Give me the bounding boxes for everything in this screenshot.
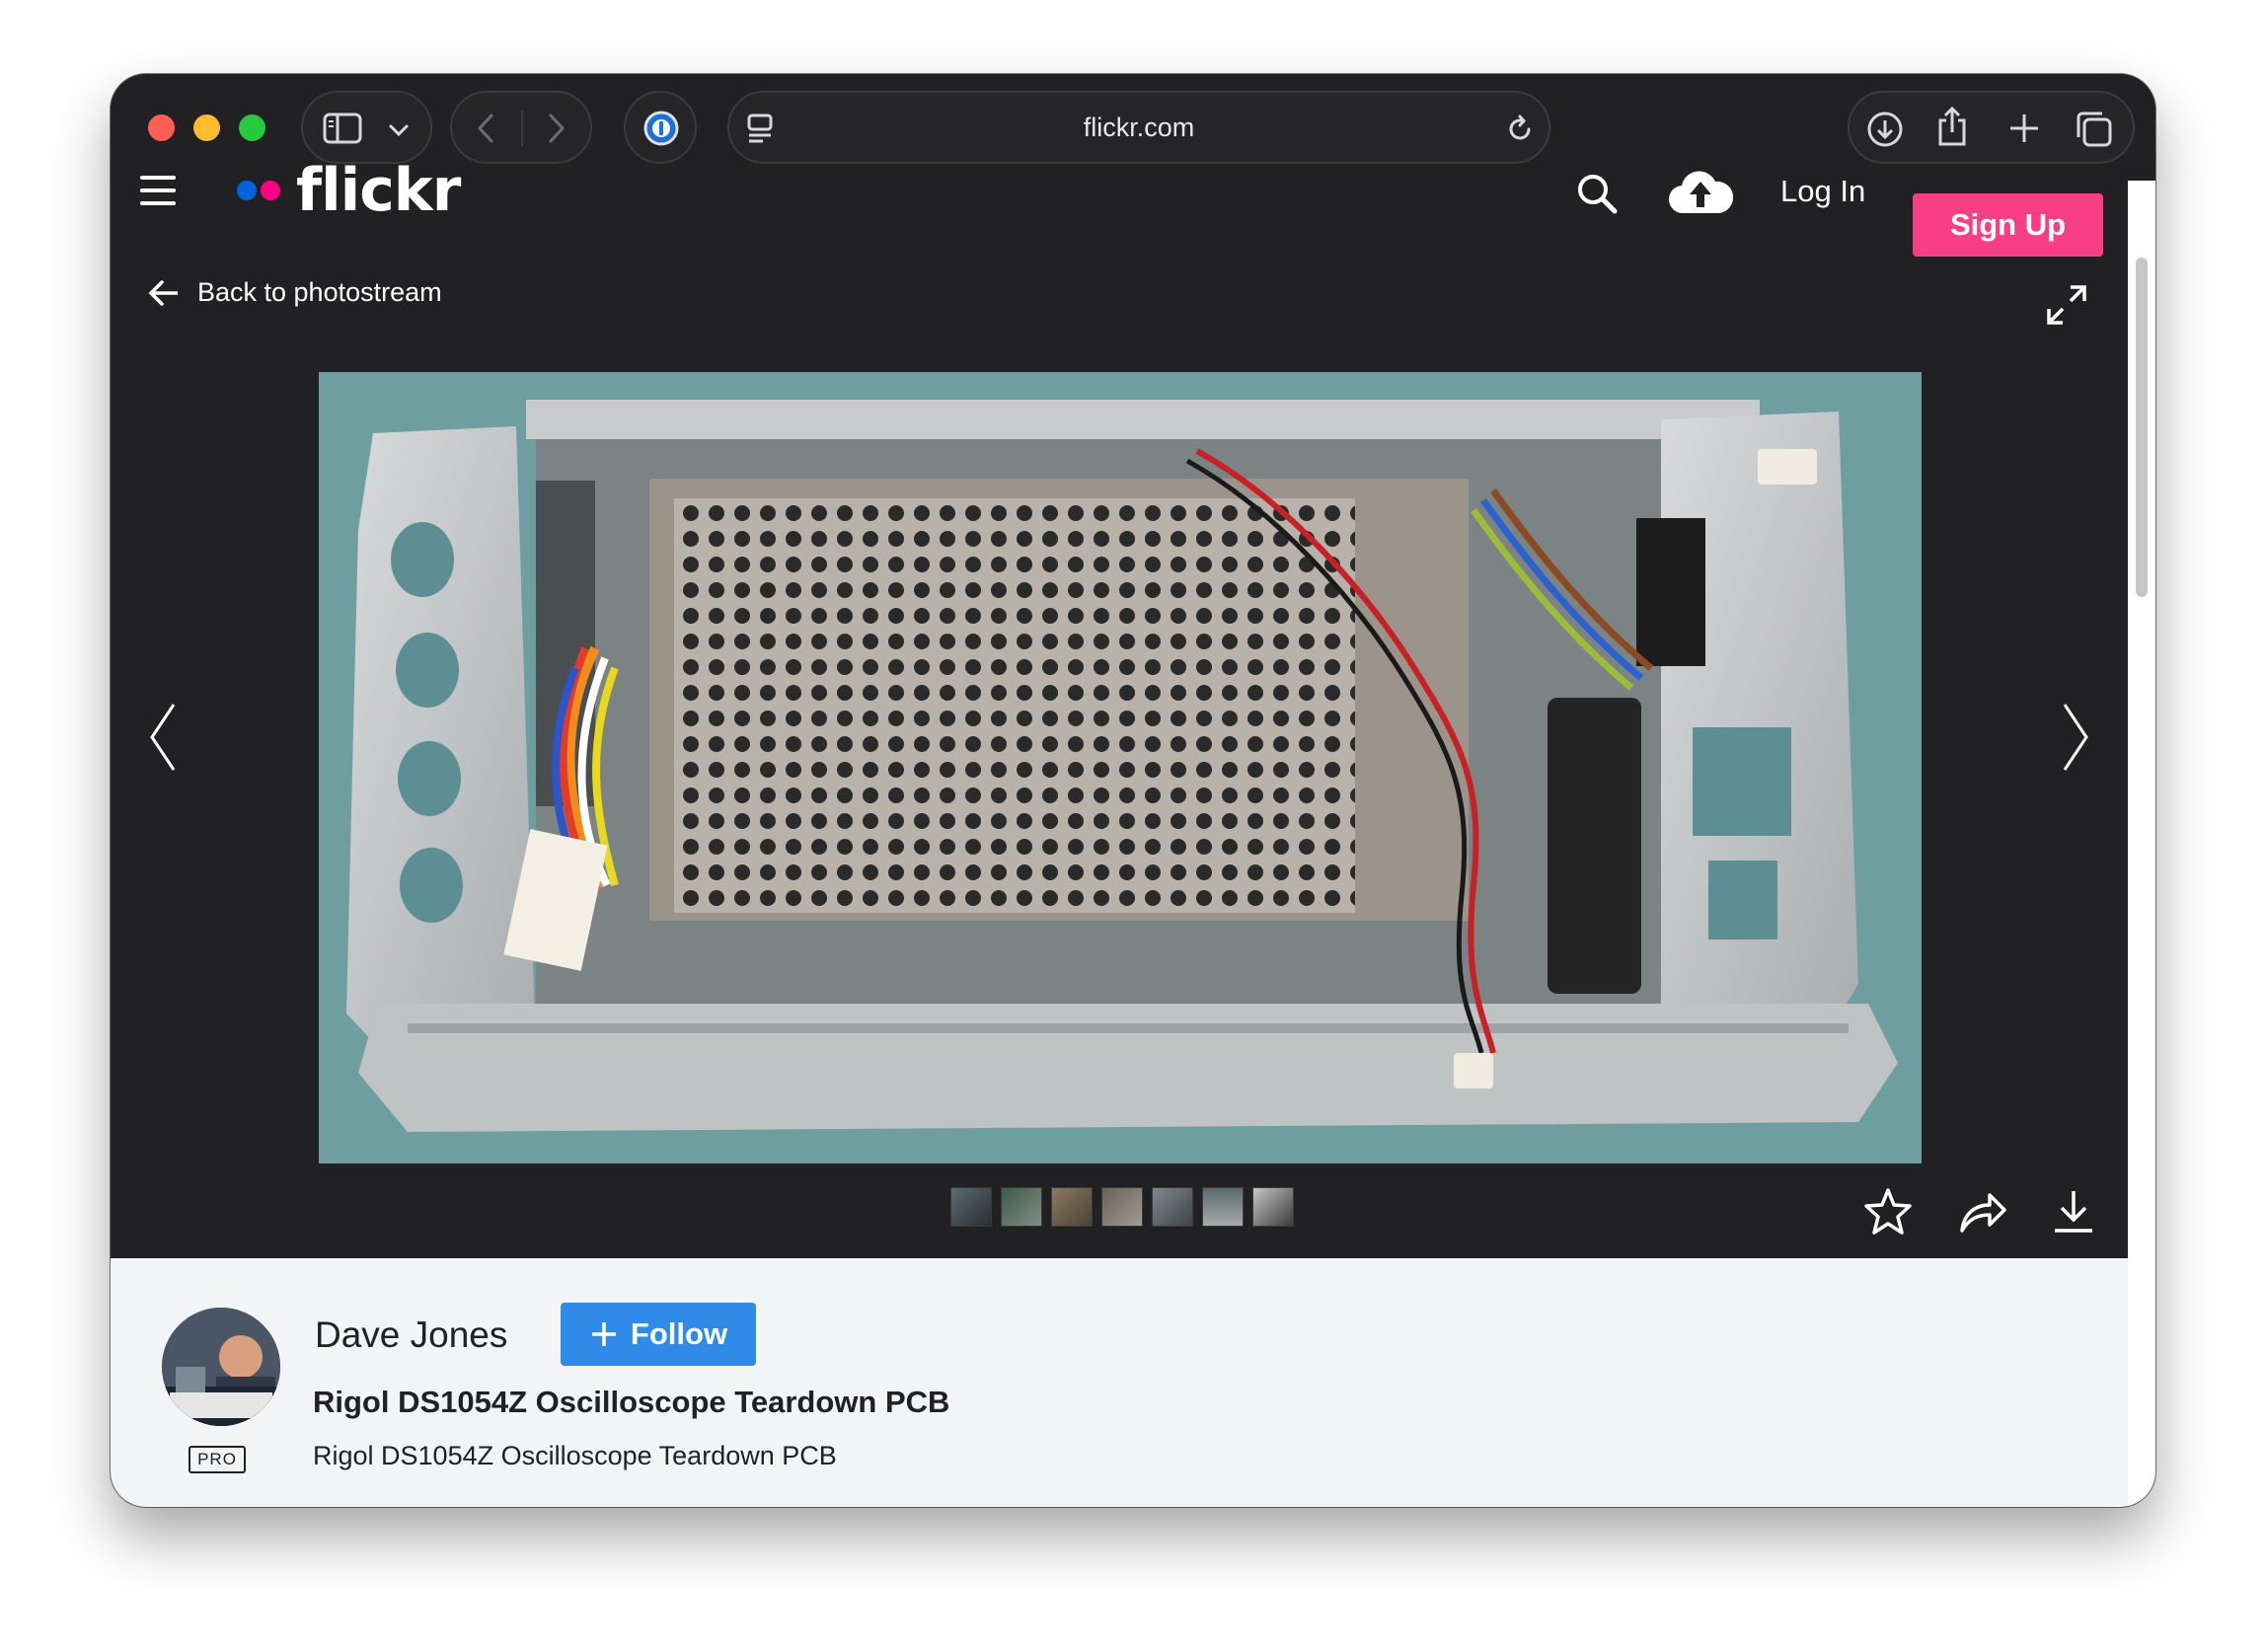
follow-button[interactable]: Follow (561, 1303, 756, 1366)
minimize-window-button[interactable] (193, 114, 220, 141)
logo-pink-dot (261, 181, 280, 200)
thumbnail[interactable] (1202, 1187, 1244, 1227)
close-window-button[interactable] (148, 114, 175, 141)
plus-icon (591, 1322, 616, 1346)
zoom-window-button[interactable] (239, 114, 265, 141)
download-arrow-icon[interactable] (2051, 1187, 2096, 1237)
search-icon[interactable] (1575, 172, 1619, 215)
main-photo[interactable] (319, 372, 1922, 1164)
upload-cloud-icon[interactable] (1668, 168, 1733, 217)
logo-blue-dot (237, 181, 257, 200)
download-icon[interactable] (1865, 110, 1905, 149)
reload-icon[interactable] (1505, 114, 1535, 144)
login-link[interactable]: Log In (1780, 174, 1865, 209)
photo-info-panel: PRO Dave Jones Follow Rigol DS1054Z Osci… (111, 1258, 2128, 1507)
history-nav-group (450, 91, 592, 164)
share-arrow-icon[interactable] (1958, 1189, 2007, 1235)
new-tab-icon[interactable] (2007, 112, 2041, 145)
share-icon[interactable] (1934, 105, 1970, 148)
password-manager-icon (643, 111, 679, 146)
thumbnail[interactable] (1051, 1187, 1093, 1227)
thumbnail-strip (950, 1187, 1294, 1227)
photo-description: Rigol DS1054Z Oscilloscope Teardown PCB (313, 1441, 837, 1470)
author-name[interactable]: Dave Jones (315, 1314, 507, 1356)
thumbnail[interactable] (1252, 1187, 1294, 1227)
flickr-page: flickr Log In Sign Up Back to photostrea… (111, 156, 2128, 1507)
scrollbar-thumb[interactable] (2136, 258, 2148, 597)
next-photo-arrow[interactable] (2061, 701, 2090, 774)
browser-window: flickr.com flickr Log In Sign Up Back to… (111, 74, 2155, 1507)
pro-badge: PRO (189, 1446, 246, 1473)
sidebar-toggle-group (301, 91, 432, 164)
url-text[interactable]: flickr.com (729, 113, 1548, 143)
back-to-photostream-link[interactable]: Back to photostream (148, 277, 442, 308)
signup-button[interactable]: Sign Up (1913, 193, 2103, 257)
flickr-logo[interactable]: flickr (237, 156, 461, 225)
expand-icon[interactable] (2045, 283, 2088, 327)
browser-actions-group (1848, 91, 2135, 164)
avatar[interactable] (162, 1308, 280, 1426)
previous-photo-arrow[interactable] (148, 701, 178, 774)
back-label: Back to photostream (197, 277, 442, 307)
menu-icon[interactable] (140, 176, 176, 205)
star-icon[interactable] (1863, 1187, 1913, 1237)
logo-text: flickr (296, 156, 461, 225)
tabs-overview-icon[interactable] (2075, 110, 2114, 149)
chevron-down-icon[interactable] (388, 123, 410, 137)
sidebar-icon[interactable] (323, 113, 362, 144)
follow-label: Follow (630, 1316, 728, 1351)
photo-title: Rigol DS1054Z Oscilloscope Teardown PCB (313, 1385, 950, 1419)
password-extension-button[interactable] (624, 91, 697, 164)
forward-arrow-icon[interactable] (547, 113, 566, 144)
thumbnail[interactable] (1152, 1187, 1193, 1227)
thumbnail[interactable] (1101, 1187, 1143, 1227)
back-arrow-icon[interactable] (476, 113, 495, 144)
thumbnail[interactable] (950, 1187, 992, 1227)
address-bar[interactable]: flickr.com (727, 91, 1550, 164)
arrow-left-icon (148, 279, 178, 306)
scrollbar[interactable] (2128, 181, 2155, 1507)
thumbnail[interactable] (1001, 1187, 1042, 1227)
